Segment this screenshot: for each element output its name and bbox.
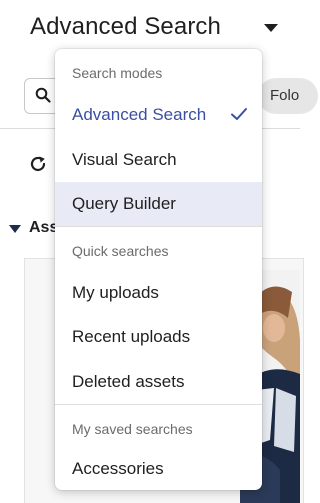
assets-collapse-icon[interactable] [9,225,21,233]
menu-item-accessories[interactable]: Accessories [55,447,262,490]
menu-item-label: Query Builder [72,194,176,213]
menu-item-advanced-search[interactable]: Advanced Search [55,93,262,137]
search-icon [35,87,51,103]
menu-item-label: Recent uploads [72,327,191,346]
check-icon [231,108,247,120]
menu-item-query-builder[interactable]: Query Builder [55,182,262,226]
folder-filter-button[interactable]: Folo [258,78,318,114]
menu-item-label: Advanced Search [72,105,207,124]
refresh-icon[interactable] [28,154,48,174]
menu-section-heading: Search modes [72,65,163,81]
menu-item-label: Deleted assets [72,372,185,391]
search-mode-menu: Search modes Advanced Search Visual Sear… [55,49,262,490]
caret-down-icon[interactable] [264,24,278,32]
page-title[interactable]: Advanced Search [30,13,221,41]
menu-section-heading: My saved searches [72,421,193,437]
menu-item-label: Accessories [72,459,164,478]
menu-item-label: Visual Search [72,150,177,169]
menu-item-label: My uploads [72,283,159,302]
assets-heading: Ass [29,219,59,236]
menu-item-my-uploads[interactable]: My uploads [55,271,262,315]
menu-item-recent-uploads[interactable]: Recent uploads [55,315,262,359]
menu-item-visual-search[interactable]: Visual Search [55,138,262,182]
menu-item-deleted-assets[interactable]: Deleted assets [55,360,262,404]
menu-section-heading: Quick searches [72,243,169,259]
